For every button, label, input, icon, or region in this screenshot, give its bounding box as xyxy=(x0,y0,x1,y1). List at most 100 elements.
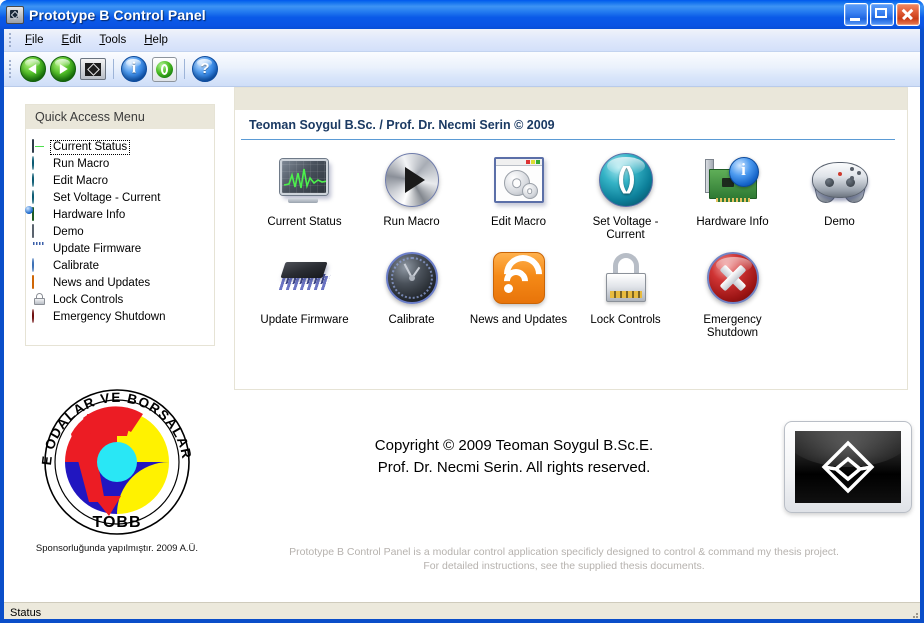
forward-button[interactable] xyxy=(48,54,78,84)
copyright-line-1: Copyright © 2009 Teoman Soygul B.Sc.E. xyxy=(374,437,654,454)
tile-run-macro[interactable]: Run Macro xyxy=(358,150,465,242)
info-button[interactable]: i xyxy=(119,54,149,84)
app-logo-icon xyxy=(80,58,106,80)
tile-emergency-shutdown[interactable]: Emergency Shutdown xyxy=(679,248,786,340)
back-button[interactable] xyxy=(18,54,48,84)
refresh-green-icon xyxy=(151,56,177,82)
home-logo-button[interactable] xyxy=(78,54,108,84)
tile-calibrate[interactable]: Calibrate xyxy=(358,248,465,340)
refresh-button[interactable] xyxy=(149,54,179,84)
rss-icon xyxy=(489,247,550,308)
chip-icon xyxy=(32,242,48,258)
sidebar-item-label: Emergency Shutdown xyxy=(53,311,166,323)
sidebar-item-emergency-shutdown[interactable]: Emergency Shutdown xyxy=(32,308,214,326)
svg-text:TOBB: TOBB xyxy=(92,514,141,531)
sidebar-item-label: Current Status xyxy=(49,140,131,155)
tile-label: Demo xyxy=(824,216,855,228)
tile-label: Hardware Info xyxy=(696,216,769,228)
gauge-icon xyxy=(382,248,442,308)
sidebar-item-label: Hardware Info xyxy=(53,209,126,221)
tile-label: Set Voltage - Current xyxy=(592,216,659,241)
toolbar-separator xyxy=(184,59,185,79)
tile-label: Edit Macro xyxy=(491,216,546,228)
play-button-icon xyxy=(382,150,442,210)
tile-label: News and Updates xyxy=(469,314,568,326)
help-button[interactable]: ? xyxy=(190,54,220,84)
window-controls xyxy=(844,3,920,26)
window-title: Prototype B Control Panel xyxy=(29,6,206,23)
tile-label: Update Firmware xyxy=(260,314,349,326)
menu-item-help[interactable]: Help xyxy=(135,32,177,48)
quick-access-panel: Quick Access Menu Current Status Run Mac… xyxy=(25,104,215,346)
tile-update-firmware[interactable]: Update Firmware xyxy=(251,248,358,340)
tile-demo[interactable]: Demo xyxy=(786,150,893,242)
app-logo-icon xyxy=(6,5,24,24)
resize-grip[interactable] xyxy=(906,609,918,619)
sidebar-item-set-voltage-current[interactable]: Set Voltage - Current xyxy=(32,189,214,207)
emblem-icon xyxy=(795,431,901,503)
gamepad-icon xyxy=(810,150,870,210)
sidebar-item-run-macro[interactable]: Run Macro xyxy=(32,155,214,173)
arrow-left-green-icon xyxy=(20,56,46,82)
toolbar-gripper[interactable] xyxy=(6,58,14,80)
tile-edit-macro[interactable]: Edit Macro xyxy=(465,150,572,242)
tile-grid: Current Status Run Macro Edit Macro () S… xyxy=(235,140,907,346)
tile-current-status[interactable]: Current Status xyxy=(251,150,358,242)
sidebar-item-calibrate[interactable]: Calibrate xyxy=(32,257,214,275)
sidebar-item-label: Demo xyxy=(53,226,84,238)
sidebar-item-hardware-info[interactable]: Hardware Info xyxy=(32,206,214,224)
teal-orb-icon xyxy=(32,172,48,190)
minimize-button[interactable] xyxy=(844,3,868,26)
footer-line-1: Prototype B Control Panel is a modular c… xyxy=(289,546,839,558)
sidebar-item-current-status[interactable]: Current Status xyxy=(32,138,214,156)
sidebar-item-edit-macro[interactable]: Edit Macro xyxy=(32,172,214,190)
title-bar: Prototype B Control Panel xyxy=(0,0,924,29)
tile-set-voltage-current[interactable]: () Set Voltage - Current xyxy=(572,150,679,242)
sponsor-caption: Sponsorluğunda yapılmıştır. 2009 A.Ü. xyxy=(35,543,199,554)
main-panel-title-row: Teoman Soygul B.Sc. / Prof. Dr. Necmi Se… xyxy=(235,110,907,136)
quick-access-header: Quick Access Menu xyxy=(26,105,214,129)
status-text: Status xyxy=(10,607,42,619)
tile-hardware-info[interactable]: Hardware Info xyxy=(679,150,786,242)
sidebar-item-news-and-updates[interactable]: News and Updates xyxy=(32,274,214,292)
maximize-button[interactable] xyxy=(870,3,894,26)
red-x-icon xyxy=(32,308,48,326)
sidebar-item-label: Edit Macro xyxy=(53,175,108,187)
red-x-circle-icon xyxy=(703,248,763,308)
sidebar-item-demo[interactable]: Demo xyxy=(32,223,214,241)
sidebar-item-update-firmware[interactable]: Update Firmware xyxy=(32,241,214,258)
content-body: Quick Access Menu Current Status Run Mac… xyxy=(4,87,920,602)
hardware-card-icon xyxy=(32,206,48,224)
menu-item-file[interactable]: File xyxy=(16,32,53,48)
toolbar: i ? xyxy=(4,52,920,87)
tile-news-and-updates[interactable]: News and Updates xyxy=(465,247,572,340)
tile-label: Lock Controls xyxy=(590,314,661,326)
sidebar-item-label: Set Voltage - Current xyxy=(53,192,161,204)
tile-lock-controls[interactable]: Lock Controls xyxy=(572,248,679,340)
tile-label: Calibrate xyxy=(388,314,435,326)
app-emblem-thumbnail[interactable] xyxy=(784,421,912,513)
arrow-right-green-icon xyxy=(50,56,76,82)
main-panel: Teoman Soygul B.Sc. / Prof. Dr. Necmi Se… xyxy=(234,87,908,390)
application-window: Prototype B Control Panel File Edit Tool… xyxy=(0,0,924,623)
sidebar-item-label: Lock Controls xyxy=(53,294,124,306)
footer-line-2: For detailed instructions, see the suppl… xyxy=(423,560,705,572)
lock-icon xyxy=(32,293,48,309)
menu-item-edit[interactable]: Edit xyxy=(53,32,91,48)
quick-access-title: Quick Access Menu xyxy=(35,110,145,124)
tile-label: Current Status xyxy=(267,216,342,228)
status-bar: Status xyxy=(4,602,920,619)
hardware-card-info-icon xyxy=(703,150,763,210)
teal-parentheses-icon: () xyxy=(596,150,656,210)
copyright-block: Copyright © 2009 Teoman Soygul B.Sc.E. P… xyxy=(234,435,794,479)
footer-description: Prototype B Control Panel is a modular c… xyxy=(234,545,894,573)
menu-gripper[interactable] xyxy=(6,32,13,48)
teal-orb-icon xyxy=(32,155,48,173)
sidebar-item-lock-controls[interactable]: Lock Controls xyxy=(32,292,214,309)
page-title: Teoman Soygul B.Sc. / Prof. Dr. Necmi Se… xyxy=(249,118,555,132)
monitor-waveform-icon xyxy=(275,150,335,210)
close-button[interactable] xyxy=(896,3,920,26)
menu-item-tools[interactable]: Tools xyxy=(90,32,135,48)
sidebar-item-label: Update Firmware xyxy=(53,243,142,255)
sponsor-logo-block: TÜRKİYE ODALAR VE BORSALAR BİRLİĞİ TOBB … xyxy=(25,372,206,554)
